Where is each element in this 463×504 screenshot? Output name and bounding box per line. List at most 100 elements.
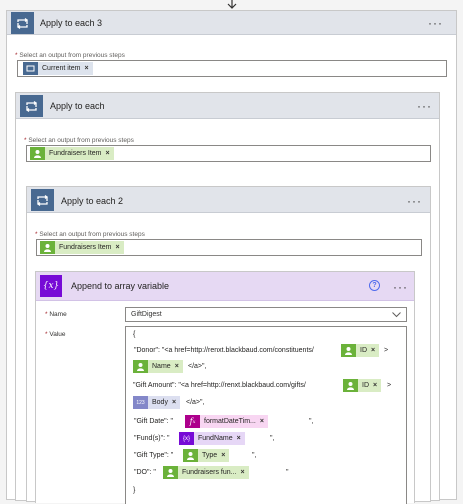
blackbaud-icon <box>341 344 356 357</box>
required-mark: * <box>15 52 18 59</box>
remove-token-button[interactable]: × <box>260 418 264 425</box>
token-label: Fundraisers Item <box>49 150 102 157</box>
apply-to-each-card: Apply to each ··· * Select an output fro… <box>15 92 440 504</box>
select-output-label-text: Select an output from previous steps <box>28 137 134 144</box>
loop-title: Apply to each 3 <box>40 18 103 28</box>
donor-id-token[interactable]: ID × <box>341 344 380 357</box>
gift-gt-text: > <box>387 382 392 389</box>
required-mark: * <box>45 331 48 338</box>
connector-arrow-icon <box>226 0 238 10</box>
fundraisers-item-token[interactable]: Fundraisers Item × <box>40 241 124 254</box>
remove-token-button[interactable]: × <box>175 363 179 370</box>
select-output-label-text: Select an output from previous steps <box>19 52 125 59</box>
variable-icon: {x} <box>179 432 194 445</box>
token-label: Current item <box>42 65 81 72</box>
append-to-array-header[interactable]: {x} Append to array variable ? ··· <box>36 272 414 301</box>
select-output-label: * Select an output from previous steps <box>35 231 145 238</box>
gift-type-suffix-text: ", <box>252 452 257 459</box>
token-label: FundName <box>198 435 233 442</box>
expression-fx-icon: fx <box>185 415 200 428</box>
remove-token-button[interactable]: × <box>106 150 110 157</box>
token-label: formatDateTim... <box>204 418 256 425</box>
value-label-text: Value <box>49 331 66 338</box>
gift-date-prefix-text: "Gift Date": " <box>134 418 173 425</box>
body-token[interactable]: 123 Body × <box>133 396 181 409</box>
value-open-brace: { <box>133 331 136 338</box>
more-options-button[interactable]: ··· <box>417 100 432 112</box>
current-item-token[interactable]: Current item × <box>23 62 93 75</box>
gift-id-token[interactable]: ID × <box>343 379 382 392</box>
fundname-token[interactable]: {x} FundName × <box>179 432 245 445</box>
loop-title: Apply to each 2 <box>61 196 124 206</box>
remove-token-button[interactable]: × <box>237 435 241 442</box>
variable-icon-text: {x} <box>42 281 60 291</box>
apply-to-each-2-header[interactable]: Apply to each 2 ··· <box>27 187 430 213</box>
value-label: * Value <box>45 331 66 338</box>
blackbaud-icon <box>30 147 45 160</box>
required-mark: * <box>45 311 48 318</box>
blackbaud-icon <box>343 379 358 392</box>
fundraisers-item-token[interactable]: Fundraisers Item × <box>30 147 114 160</box>
remove-token-button[interactable]: × <box>371 347 375 354</box>
format-datetime-token[interactable]: fx formatDateTim... × <box>185 415 268 428</box>
name-label: * Name <box>45 311 67 318</box>
gift-date-suffix-text: ", <box>309 418 314 425</box>
more-options-button[interactable]: ··· <box>393 281 408 293</box>
gift-type-prefix-text: "Gift Type": " <box>134 452 174 459</box>
blackbaud-icon <box>133 360 148 373</box>
fundraisers-fun-token[interactable]: Fundraisers fun... × <box>163 466 249 479</box>
apply-to-each-2-card: Apply to each 2 ··· * Select an output f… <box>26 186 431 504</box>
do-prefix-text: "DO": " <box>134 469 156 476</box>
remove-token-button[interactable]: × <box>221 452 225 459</box>
loop-icon <box>31 189 54 211</box>
remove-token-button[interactable]: × <box>373 382 377 389</box>
donor-gt-text: > <box>384 347 389 354</box>
token-label: Name <box>152 363 171 370</box>
action-title: Append to array variable <box>71 281 170 291</box>
name-label-text: Name <box>49 311 67 318</box>
do-suffix-text: " <box>286 469 289 476</box>
token-label: Fundraisers fun... <box>182 469 237 476</box>
loop-icon <box>11 12 34 34</box>
funds-prefix-text: "Fund(s)": " <box>134 435 170 442</box>
remove-token-button[interactable]: × <box>85 65 89 72</box>
loop-title: Apply to each <box>50 101 105 111</box>
more-options-button[interactable]: ··· <box>407 195 422 207</box>
select-output-label-text: Select an output from previous steps <box>39 231 145 238</box>
gift-type-token[interactable]: Type × <box>183 449 230 462</box>
select-output-label: * Select an output from previous steps <box>15 52 125 59</box>
more-options-button[interactable]: ··· <box>428 17 443 29</box>
apply-to-each-3-card: Apply to each 3 ··· * Select an output f… <box>6 10 457 504</box>
blackbaud-icon <box>40 241 55 254</box>
donor-name-token[interactable]: Name × <box>133 360 183 373</box>
required-mark: * <box>24 137 27 144</box>
remove-token-button[interactable]: × <box>172 399 176 406</box>
append-to-array-card: {x} Append to array variable ? ··· * Nam… <box>35 271 415 504</box>
variable-name-dropdown[interactable]: GiftDigest <box>125 307 407 322</box>
loop-icon <box>20 95 43 117</box>
variable-icon: {x} <box>40 275 62 297</box>
remove-token-button[interactable]: × <box>116 244 120 251</box>
blackbaud-icon <box>163 466 178 479</box>
token-label: ID <box>360 347 367 354</box>
donor-suffix-text: </a>", <box>188 363 207 370</box>
token-label: ID <box>362 382 369 389</box>
http-body-icon: 123 <box>133 396 148 409</box>
gift-suffix-text: </a>", <box>186 399 205 406</box>
help-icon-glyph: ? <box>372 282 377 289</box>
gift-amount-prefix-text: "Gift Amount": "<a href=http://renxt.bla… <box>133 382 306 389</box>
help-icon[interactable]: ? <box>369 280 380 291</box>
blackbaud-icon <box>183 449 198 462</box>
remove-token-button[interactable]: × <box>240 469 244 476</box>
token-label: Fundraisers Item <box>59 244 112 251</box>
funds-suffix-text: ", <box>270 435 275 442</box>
token-label: Body <box>152 399 168 406</box>
select-output-label: * Select an output from previous steps <box>24 137 134 144</box>
variable-name-value: GiftDigest <box>131 311 162 318</box>
required-mark: * <box>35 231 38 238</box>
apply-to-each-header[interactable]: Apply to each ··· <box>16 93 439 119</box>
apply-to-each-3-header[interactable]: Apply to each 3 ··· <box>7 11 456 35</box>
token-label: Type <box>202 452 218 459</box>
loop-token-icon <box>23 62 38 75</box>
donor-prefix-text: "Donor": "<a href=http://renxt.blackbaud… <box>134 347 314 354</box>
